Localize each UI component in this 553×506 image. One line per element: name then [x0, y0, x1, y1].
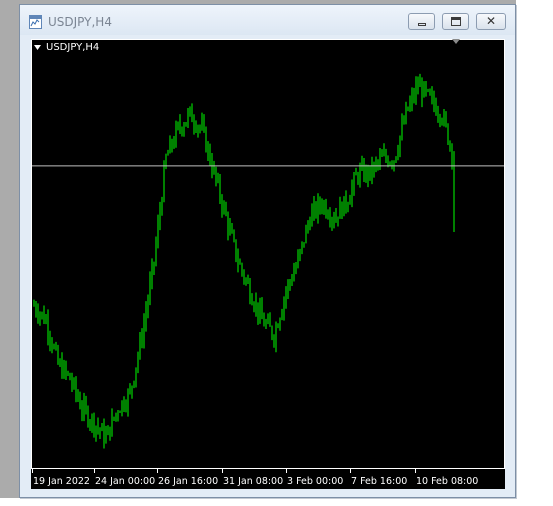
desktop-background	[516, 0, 553, 506]
time-tick-label: 19 Jan 2022	[33, 476, 90, 487]
symbol-dropdown-icon[interactable]	[34, 45, 41, 50]
close-icon: ✕	[486, 14, 497, 28]
time-tick-label: 24 Jan 00:00	[95, 476, 155, 487]
chart-area[interactable]: USDJPY,H4 19 Jan 2022 24 Jan 00:00 26 Jan …	[31, 39, 505, 489]
time-axis: 19 Jan 2022 24 Jan 00:00 26 Jan 16:00 31 Ja…	[32, 469, 478, 487]
minimize-button[interactable]	[408, 13, 435, 30]
chart-shift-marker-icon[interactable]	[452, 39, 460, 44]
price-chart[interactable]: USDJPY,H4 19 Jan 2022 24 Jan 00:00 26 Jan …	[31, 39, 505, 489]
maximize-icon	[451, 17, 461, 26]
chart-window-icon	[29, 15, 42, 29]
candles-layer	[33, 73, 455, 449]
minimize-icon	[418, 23, 426, 26]
window-titlebar[interactable]: USDJPY,H4 ✕	[20, 5, 515, 35]
symbol-label: USDJPY,H4	[46, 42, 99, 53]
close-button[interactable]: ✕	[476, 13, 506, 30]
time-tick-label: 3 Feb 00:00	[287, 476, 343, 487]
time-tick-label: 26 Jan 16:00	[158, 476, 218, 487]
maximize-button[interactable]	[442, 13, 469, 30]
time-tick-label: 10 Feb 08:00	[416, 476, 478, 487]
window-title: USDJPY,H4	[48, 15, 112, 29]
desktop-background-bottom	[0, 498, 553, 506]
time-tick-label: 31 Jan 08:00	[223, 476, 283, 487]
time-tick-label: 7 Feb 16:00	[351, 476, 407, 487]
chart-window[interactable]: USDJPY,H4 ✕ USDJPY,H4 19 Jan 2022 24 Jan …	[19, 4, 516, 498]
